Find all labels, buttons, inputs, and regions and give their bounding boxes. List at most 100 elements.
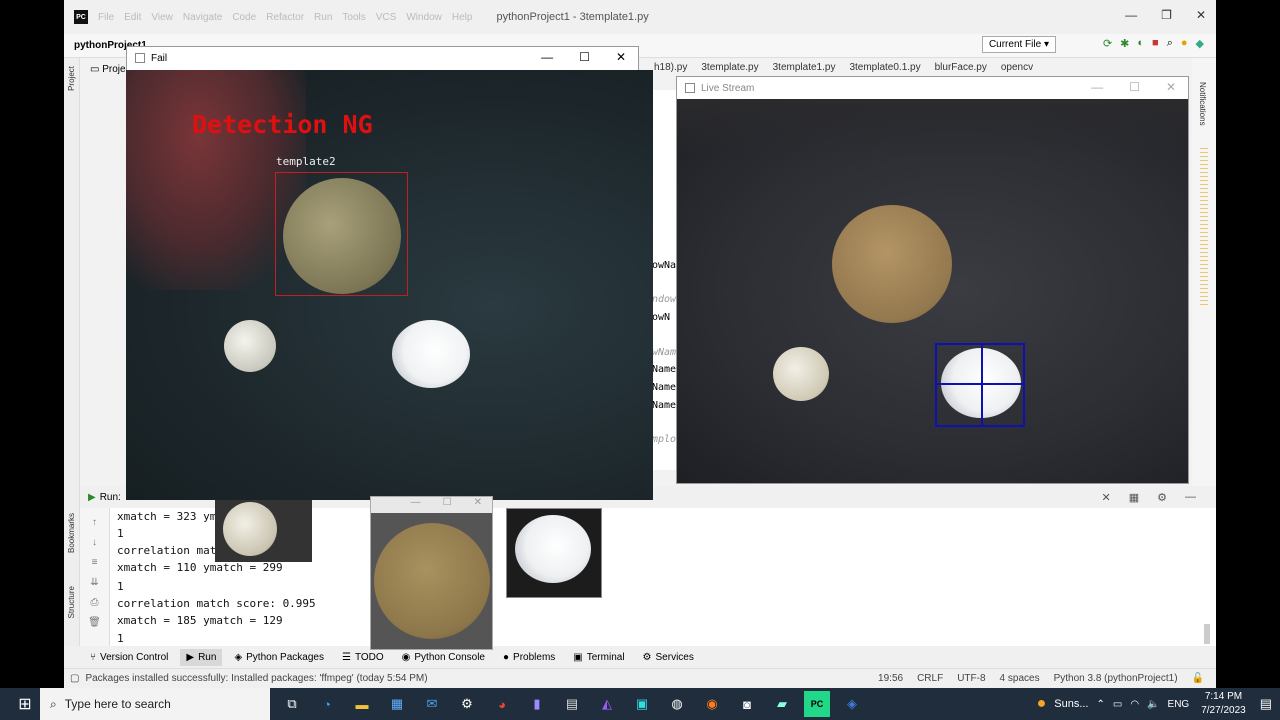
app-icon[interactable]: ◍ [664,691,690,717]
bookmarks-tool-tab[interactable]: Bookmarks [67,513,76,553]
tab-python-console[interactable]: ◉ Python Console [396,649,491,666]
taskbar-search[interactable]: ⌕ Type here to search [40,688,270,720]
app-icon[interactable]: ▮ [524,691,550,717]
bottom-tool-tabs: ⑂ Version Control ▶ Run ◈ Python Packages ☰… [64,646,1216,668]
file-encoding[interactable]: UTF-8 [957,673,985,684]
battery-icon[interactable]: ▭ [1113,699,1122,710]
menu-code[interactable]: Code [232,12,256,23]
weather-text[interactable]: Suns... [1054,698,1088,710]
menu-window[interactable]: Window [406,12,442,23]
tab-services[interactable]: ⚙ Services [637,649,700,666]
stop-icon[interactable]: ■ [1152,37,1159,50]
tab-version-control[interactable]: ⑂ Version Control [84,649,174,666]
clock[interactable]: 7:14 PM 7/27/2023 [1201,690,1246,718]
run-config-select[interactable]: Current File ▾ [981,36,1056,53]
volume-icon[interactable]: 🔈 [1147,699,1159,710]
menu-navigate[interactable]: Navigate [183,12,222,23]
restore-icon[interactable]: ❐ [1161,8,1172,22]
rerun-icon[interactable]: ⟳ [1103,37,1112,50]
project-tool-tab[interactable]: Project [67,66,76,91]
task-view-icon[interactable]: ⧉ [279,691,305,717]
pycharm-taskbar-icon[interactable]: PC [804,691,830,717]
app-icon[interactable]: ▣ [629,691,655,717]
coverage-icon[interactable]: ◐ [1137,37,1144,50]
small-coin [223,502,277,556]
plugins-icon[interactable]: ◆ [1196,37,1204,50]
status-message[interactable]: Packages installed successfully: Install… [85,673,427,684]
close-icon[interactable]: ✕ [1196,8,1206,22]
status-bar: ▢ Packages installed successfully: Insta… [64,668,1216,688]
menu-help[interactable]: Help [452,12,473,23]
start-windows-icon[interactable]: ⊞ [12,691,38,717]
close-icon[interactable]: ✕ [1166,80,1176,94]
update-icon[interactable]: ● [1181,37,1188,50]
windows-taskbar: ⊞ ⌕ Type here to search ⧉ ◔ ▬ ▦ ✉ ⚙ ◕ ▮ … [0,688,1280,720]
tab-run[interactable]: ▶ Run [180,648,223,666]
tab-terminal[interactable]: ▣ Terminal [567,649,630,666]
console-line: correlation matc [117,544,223,557]
wrap-icon[interactable]: ≡ [80,557,109,568]
interpreter[interactable]: Python 3.8 (pythonProject1) [1054,673,1178,684]
menu-edit[interactable]: Edit [124,12,141,23]
trash-icon[interactable]: 🗑 [80,617,109,628]
notifications-icon[interactable]: ▤ [1260,696,1272,712]
maximize-icon[interactable]: ☐ [579,50,590,64]
minimize-icon[interactable]: — [1091,80,1103,94]
edge-icon[interactable]: ◔ [314,691,340,717]
menu-tools[interactable]: Tools [342,12,365,23]
close-run-icon[interactable]: ✕ [1102,491,1111,504]
settings-icon[interactable]: ⚙ [1157,491,1167,504]
minimize-icon[interactable]: — [1125,8,1137,22]
debug-icon[interactable]: ✱ [1120,37,1129,50]
indent-setting[interactable]: 4 spaces [1000,673,1040,684]
code-line: wNam [652,347,677,358]
line-separator[interactable]: CRLF [917,673,943,684]
camera-icon[interactable]: ◙ [734,691,760,717]
menu-refactor[interactable]: Refactor [266,12,304,23]
mail-icon[interactable]: ✉ [419,691,445,717]
scroll-up-icon[interactable]: ↑ [80,517,109,528]
settings-icon[interactable]: ⚙ [454,691,480,717]
console-scrollbar[interactable] [1204,624,1210,644]
scroll-down-icon[interactable]: ↓ [80,537,109,548]
ocr-app-icon[interactable]: ▤ [559,691,585,717]
layout-icon[interactable]: ▦ [1129,491,1139,504]
search-placeholder: Type here to search [64,697,171,711]
tab-problems[interactable]: ● Problems [497,649,561,666]
menu-file[interactable]: File [98,12,114,23]
chevron-up-icon[interactable]: ⌃ [1097,699,1105,710]
project-panel-tab[interactable]: ▭ Proje [90,64,126,75]
console-line: 1 [117,632,124,645]
hide-icon[interactable]: — [1185,491,1196,504]
visual-studio-icon[interactable]: ◭ [594,691,620,717]
file-explorer-icon[interactable]: ▬ [349,691,375,717]
tab-python-packages[interactable]: ◈ Python Packages [228,649,330,666]
scroll-end-icon[interactable]: ⇊ [80,577,109,588]
console-line: 1 [117,580,124,593]
close-icon[interactable]: ✕ [616,50,626,64]
language-indicator[interactable]: ENG [1168,699,1190,710]
search-icon[interactable]: ⌕ [1167,37,1173,50]
notifications-tool-tab[interactable]: Notifications [1198,82,1207,126]
menu-view[interactable]: View [151,12,173,23]
run-label: Run: [99,491,121,503]
maximize-icon[interactable]: ☐ [1129,80,1140,94]
print-icon[interactable]: ⎙ [80,597,109,608]
cursor-position[interactable]: 19:56 [878,673,903,684]
network-icon[interactable]: ◠ [1130,699,1139,710]
tab-todo[interactable]: ☰ TODO [336,649,390,666]
top-shadow [677,99,1188,159]
minimize-icon[interactable]: — [541,50,553,64]
menu-run[interactable]: Run [314,12,332,23]
minimize-icon[interactable]: — [411,497,421,513]
python-icon[interactable]: ◈ [839,691,865,717]
structure-tool-tab[interactable]: Structure [67,586,76,618]
store-icon[interactable]: ▦ [384,691,410,717]
firefox-icon[interactable]: ◉ [699,691,725,717]
notepad-icon[interactable]: ▰ [769,691,795,717]
close-icon[interactable]: ✕ [474,497,482,513]
menu-vcs[interactable]: VCS [376,12,397,23]
chrome-icon[interactable]: ◕ [489,691,515,717]
lock-icon[interactable]: 🔓 [1192,673,1204,684]
maximize-icon[interactable]: ☐ [443,497,452,513]
